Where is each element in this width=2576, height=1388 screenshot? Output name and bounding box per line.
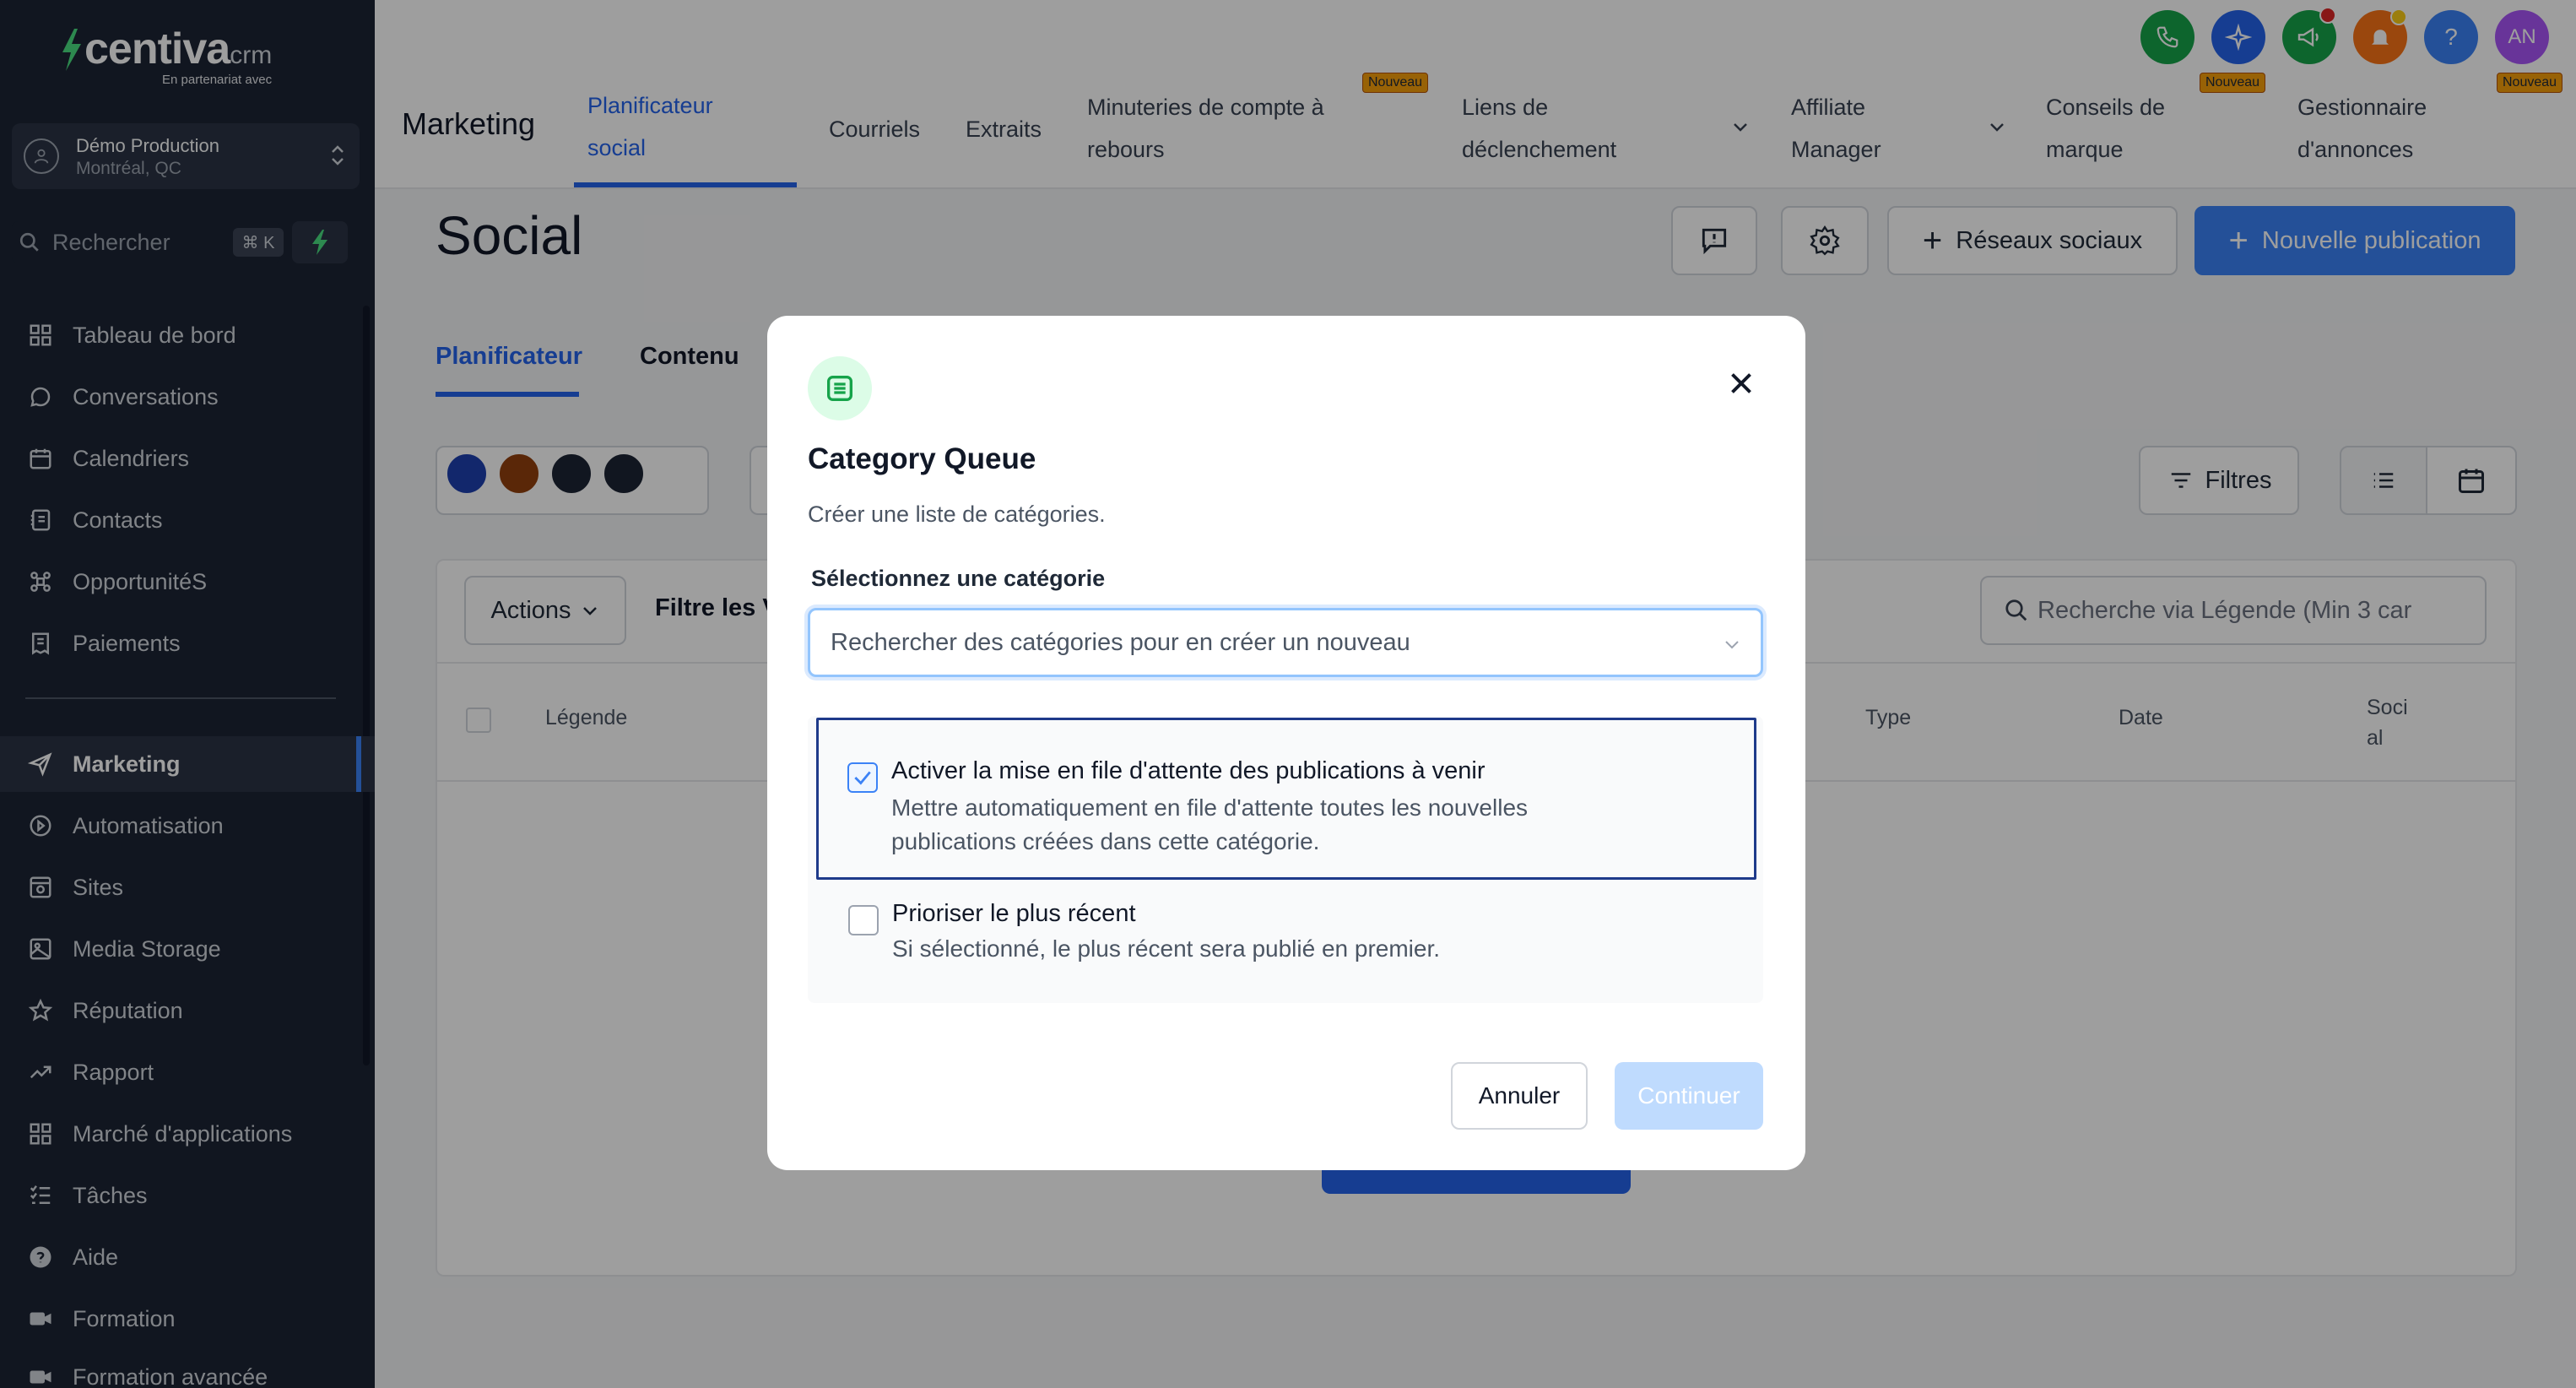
enable-queue-desc-line1: Mettre automatiquement en file d'attente… — [891, 794, 1529, 821]
modal-title: Category Queue — [808, 442, 1036, 475]
enable-queue-description: Mettre automatiquement en file d'attente… — [891, 791, 1528, 859]
chevron-down-icon — [1725, 641, 1739, 649]
prioritize-recent-description: Si sélectionné, le plus récent sera publ… — [892, 935, 1441, 962]
prioritize-recent-checkbox[interactable] — [848, 905, 879, 935]
modal-description: Créer une liste de catégories. — [808, 502, 1106, 527]
category-queue-modal: Category Queue Créer une liste de catégo… — [767, 316, 1805, 1170]
check-icon — [854, 771, 871, 785]
close-icon[interactable] — [1726, 368, 1756, 399]
enable-queue-title: Activer la mise en file d'attente des pu… — [891, 757, 1486, 784]
category-select-placeholder: Rechercher des catégories pour en créer … — [831, 629, 1410, 656]
cancel-button[interactable]: Annuler — [1451, 1062, 1588, 1130]
enable-queue-checkbox[interactable] — [847, 762, 878, 793]
prioritize-recent-title: Prioriser le plus récent — [892, 900, 1136, 927]
category-select[interactable]: Rechercher des catégories pour en créer … — [808, 608, 1763, 677]
option-enable-queue[interactable]: Activer la mise en file d'attente des pu… — [816, 718, 1756, 880]
continue-button[interactable]: Continuer — [1615, 1062, 1763, 1130]
list-icon — [808, 356, 872, 420]
enable-queue-desc-line2: publications créées dans cette catégorie… — [891, 828, 1320, 854]
category-field-label: Sélectionnez une catégorie — [811, 566, 1106, 591]
